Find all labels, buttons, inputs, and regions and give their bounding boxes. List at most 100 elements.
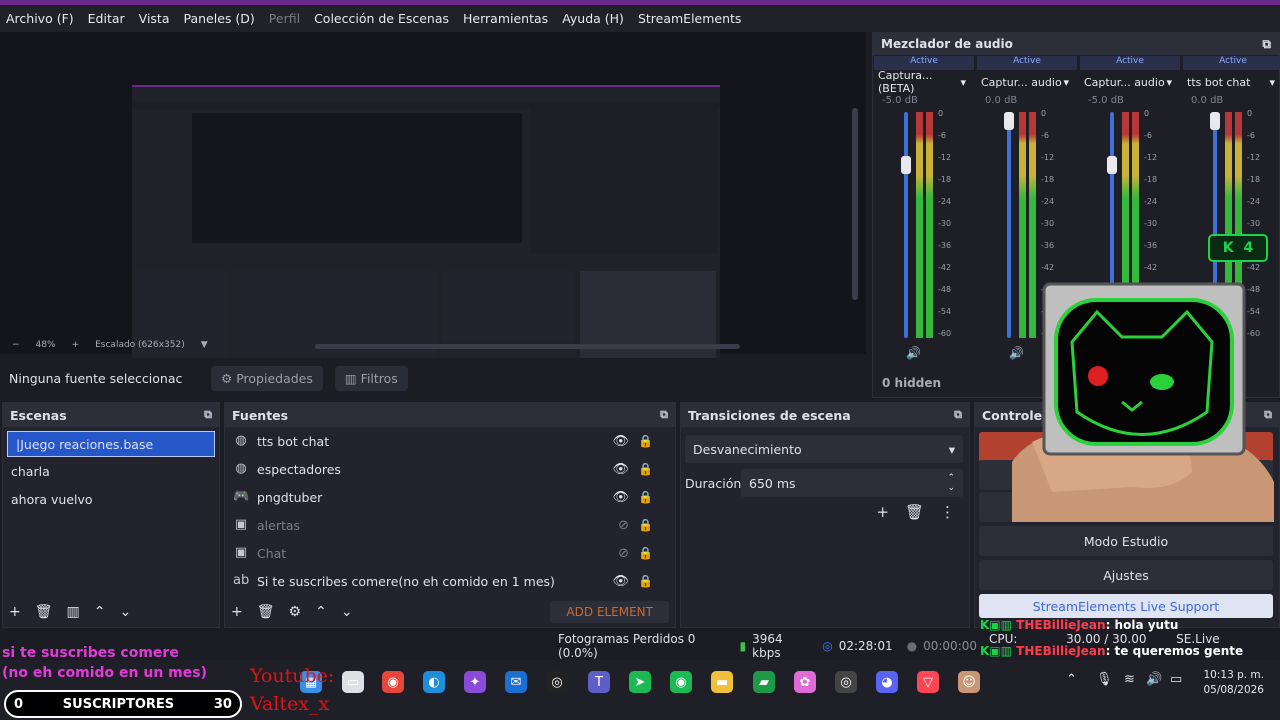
volume-slider[interactable] [904, 112, 908, 338]
float-icon[interactable]: ⧉ [1262, 37, 1271, 52]
trash-icon[interactable]: 🗑 [257, 604, 275, 620]
stepper-icon[interactable]: ⌃ ⌄ [947, 473, 955, 493]
outlook-icon[interactable]: ✉ [505, 671, 527, 693]
wifi-icon[interactable]: ≋ [1124, 672, 1135, 687]
float-icon[interactable]: ⧉ [660, 408, 668, 422]
chevron-down-icon[interactable]: ▾ [1269, 76, 1275, 89]
chrome-icon[interactable]: ◉ [382, 671, 404, 693]
scale-dropdown-icon[interactable]: ▼ [201, 340, 208, 350]
preview-horizontal-scrollbar[interactable] [315, 344, 740, 349]
float-icon[interactable]: ⧉ [204, 408, 212, 422]
scene-item[interactable]: |Juego reaciones.base [7, 431, 215, 457]
add-element-button[interactable]: ADD ELEMENT [550, 601, 669, 623]
menu-editar[interactable]: Editar [88, 11, 125, 26]
add-icon[interactable]: + [876, 503, 889, 521]
volume-slider-handle[interactable] [1107, 156, 1117, 174]
filters-button[interactable]: ▥ Filtros [334, 365, 408, 391]
lock-icon[interactable]: 🔒 [638, 546, 653, 560]
source-item[interactable]: ▣ Chat ⊘ 🔒 [225, 539, 675, 567]
menu-ayuda[interactable]: Ayuda (H) [562, 11, 624, 26]
menu-vista[interactable]: Vista [139, 11, 170, 26]
zoom-in-icon[interactable]: + [72, 340, 80, 350]
mute-icon[interactable]: 🔊 [906, 346, 921, 360]
source-item[interactable]: ▣ alertas ⊘ 🔒 [225, 511, 675, 539]
spreadsheet-icon[interactable]: ▰ [753, 671, 775, 693]
valorant-icon[interactable]: ▽ [917, 671, 939, 693]
studio-mode-button[interactable]: Modo Estudio [979, 526, 1273, 556]
volume-slider-handle[interactable] [1004, 112, 1014, 130]
duration-input[interactable]: 650 ms ⌃ ⌄ [741, 469, 963, 497]
menu-streamelements[interactable]: StreamElements [638, 11, 742, 26]
search-icon[interactable]: ▭ [342, 671, 364, 693]
menu-paneles[interactable]: Paneles (D) [184, 11, 255, 26]
properties-button[interactable]: ⚙ Propiedades [211, 365, 323, 391]
discord-icon[interactable]: ◕ [876, 671, 898, 693]
arrow-up-icon[interactable]: ⌃ [94, 604, 106, 620]
microphone-icon[interactable]: 🎙 [1096, 672, 1113, 687]
avatar-app-icon[interactable]: ☺ [958, 671, 980, 693]
channel-name[interactable]: Captur... audio ▾ [977, 73, 1077, 91]
menu-herramientas[interactable]: Herramientas [463, 11, 548, 26]
eye-icon[interactable]: 👁 [612, 462, 629, 477]
trash-icon[interactable]: 🗑 [35, 604, 53, 620]
gear-icon[interactable]: ⚙ [289, 604, 302, 620]
source-item[interactable]: ◍ espectadores 👁 🔒 [225, 455, 675, 483]
lock-icon[interactable]: 🔒 [638, 518, 653, 532]
teams-icon[interactable]: T [588, 671, 610, 693]
scene-item[interactable]: charla [3, 457, 219, 485]
menu-coleccion-escenas[interactable]: Colección de Escenas [314, 11, 449, 26]
source-item[interactable]: 🎮 pngdtuber 👁 🔒 [225, 483, 675, 511]
arrow-down-icon[interactable]: ⌄ [341, 604, 353, 620]
channel-name[interactable]: Captura... (BETA) ▾ [874, 69, 974, 95]
arrow-up-icon[interactable]: ⌃ [315, 604, 327, 620]
add-icon[interactable]: + [231, 604, 243, 620]
arrow-down-icon[interactable]: ⌄ [119, 604, 131, 620]
battery-icon[interactable]: ▭ [1170, 672, 1182, 687]
lock-icon[interactable]: 🔒 [638, 490, 653, 504]
volume-slider-handle[interactable] [1210, 112, 1220, 130]
settings-button[interactable]: Ajustes [979, 560, 1273, 590]
preview-vertical-scrollbar[interactable] [852, 108, 858, 300]
scene-item[interactable]: ahora vuelvo [3, 485, 219, 513]
zoom-out-icon[interactable]: − [12, 340, 20, 350]
lock-icon[interactable]: 🔒 [638, 574, 653, 588]
source-item[interactable]: ab Si te suscribes comere(no eh comido en… [225, 567, 675, 595]
eye-icon[interactable]: 👁 [612, 574, 629, 589]
chevron-down-icon[interactable]: ▾ [1063, 76, 1069, 89]
menu-perfil[interactable]: Perfil [269, 11, 300, 26]
volume-slider-handle[interactable] [901, 156, 911, 174]
float-icon[interactable]: ⧉ [954, 408, 962, 422]
system-clock[interactable]: 10:13 p. m. 05/08/2026 [1200, 668, 1264, 698]
paint-icon[interactable]: ✿ [794, 671, 816, 693]
spotify-icon[interactable]: ◉ [670, 671, 692, 693]
preview-canvas[interactable] [132, 85, 720, 370]
lock-icon[interactable]: 🔒 [638, 462, 653, 476]
preview-area[interactable] [0, 32, 866, 370]
channel-name[interactable]: tts bot chat ▾ [1183, 73, 1280, 91]
channel-name[interactable]: Captur... audio ▾ [1080, 73, 1180, 91]
chevron-down-icon[interactable]: ▾ [1166, 76, 1172, 89]
obs-studio-icon[interactable]: ◎ [546, 671, 568, 693]
app-green-icon[interactable]: ➤ [629, 671, 651, 693]
eye-hidden-icon[interactable]: ⊘ [618, 518, 629, 533]
more-icon[interactable]: ⋮ [940, 503, 955, 521]
chevron-down-icon[interactable]: ▾ [960, 76, 966, 89]
copilot-icon[interactable]: ✦ [464, 671, 486, 693]
edge-icon[interactable]: ◐ [423, 671, 445, 693]
source-item[interactable]: ◍ tts bot chat 👁 🔒 [225, 427, 675, 455]
lock-icon[interactable]: 🔒 [638, 434, 653, 448]
trash-icon[interactable]: 🗑 [905, 503, 924, 521]
eye-icon[interactable]: 👁 [612, 490, 629, 505]
menu-archivo[interactable]: Archivo (F) [6, 11, 74, 26]
filter-icon[interactable]: ▥ [67, 604, 80, 620]
eye-icon[interactable]: 👁 [612, 434, 629, 449]
chevron-up-icon[interactable]: ⌃ [1066, 672, 1077, 687]
folder-icon[interactable]: ▬ [711, 671, 733, 693]
speaker-icon[interactable]: 🔊 [1146, 672, 1162, 687]
eye-hidden-icon[interactable]: ⊘ [618, 546, 629, 561]
add-icon[interactable]: + [9, 604, 21, 620]
live-support-button[interactable]: StreamElements Live Support [979, 594, 1273, 618]
obs-active-icon[interactable]: ◎ [835, 671, 857, 693]
volume-slider[interactable] [1007, 112, 1011, 338]
transition-select[interactable]: Desvanecimiento ▾ [685, 435, 963, 463]
